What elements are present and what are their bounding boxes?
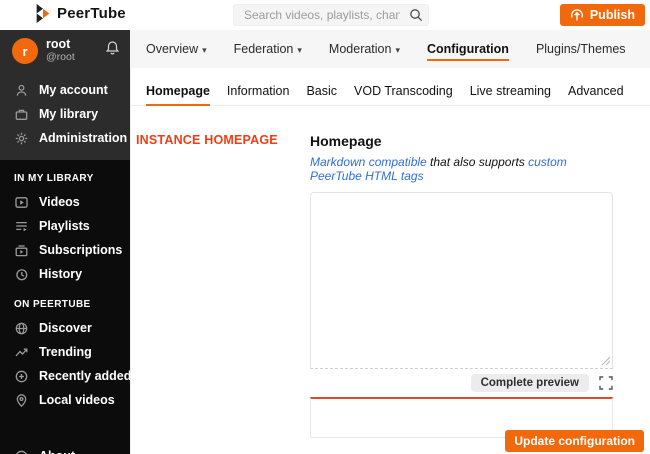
sidebar-item-playlists[interactable]: Playlists <box>0 214 130 238</box>
markdown-compatible-link[interactable]: Markdown compatible <box>310 155 427 169</box>
library-icon <box>14 107 29 122</box>
chevron-down-icon <box>297 42 302 56</box>
search-button[interactable] <box>409 8 423 25</box>
peertube-home-link[interactable]: PeerTube <box>35 4 126 23</box>
nav-item-label: Plugins/Themes <box>535 42 626 56</box>
nav-item-label: Federation <box>233 42 294 56</box>
search-input[interactable] <box>233 4 429 26</box>
section-title-instance-homepage: INSTANCE HOMEPAGE <box>136 133 278 147</box>
video-icon <box>14 195 29 210</box>
sidebar-section-on-peertube: ON PEERTUBE <box>14 299 91 310</box>
sidebar-item-label: History <box>39 267 83 281</box>
tab-basic[interactable]: Basic <box>306 84 337 105</box>
sidebar-item-label: About <box>39 449 75 454</box>
playlist-icon <box>14 219 29 234</box>
hint-middle-text: that also supports <box>426 155 529 169</box>
sidebar-item-my-account[interactable]: My account <box>0 78 130 102</box>
sidebar-item-label: Discover <box>39 321 92 335</box>
sidebar-item-label: Recently added <box>39 369 130 383</box>
sidebar-item-videos[interactable]: Videos <box>0 190 130 214</box>
gear-icon <box>14 131 29 146</box>
publish-label: Publish <box>589 8 635 22</box>
menu-toggle-button[interactable] <box>8 7 26 23</box>
chevron-down-icon <box>202 42 207 56</box>
homepage-form-row: INSTANCE HOMEPAGE Homepage Markdown comp… <box>131 133 650 438</box>
sidebar-item-local-videos[interactable]: Local videos <box>0 388 130 412</box>
sidebar-user-block: r root @root <box>0 30 130 70</box>
sidebar-item-label: My library <box>39 107 99 121</box>
homepage-markdown-textarea[interactable] <box>310 192 613 369</box>
form-heading-homepage: Homepage <box>310 133 382 149</box>
tab-homepage[interactable]: Homepage <box>146 84 210 106</box>
history-icon <box>14 267 29 282</box>
upload-icon <box>570 8 584 22</box>
nav-item-moderation[interactable]: Moderation <box>329 42 400 56</box>
notifications-button[interactable] <box>105 40 120 59</box>
tab-vod-transcoding[interactable]: VOD Transcoding <box>354 84 453 105</box>
sidebar-item-label: Administration <box>39 131 128 145</box>
sidebar-item-about[interactable]: ? About <box>0 444 130 454</box>
user-icon <box>14 83 29 98</box>
markdown-hint: Markdown compatible that also supports c… <box>310 155 613 183</box>
sidebar: r root @root My account My library Admin… <box>0 30 130 454</box>
search-icon <box>409 9 423 25</box>
preview-controls: Complete preview <box>310 374 613 392</box>
main-content: Homepage Information Basic VOD Transcodi… <box>130 68 650 454</box>
sidebar-account-menu: My account My library Administration <box>0 70 130 160</box>
avatar[interactable]: r <box>12 38 38 64</box>
admin-nav: Overview Federation Moderation Configura… <box>130 30 650 68</box>
peertube-logo-icon <box>35 4 51 23</box>
bell-icon <box>105 41 120 59</box>
location-pin-icon <box>14 393 29 408</box>
publish-button[interactable]: Publish <box>559 4 645 26</box>
sidebar-item-subscriptions[interactable]: Subscriptions <box>0 238 130 262</box>
tab-information[interactable]: Information <box>227 84 290 105</box>
tab-advanced[interactable]: Advanced <box>568 84 624 105</box>
nav-item-configuration[interactable]: Configuration <box>427 42 509 61</box>
sidebar-item-history[interactable]: History <box>0 262 130 286</box>
sidebar-item-administration[interactable]: Administration <box>0 126 130 150</box>
sidebar-item-label: My account <box>39 83 108 97</box>
sidebar-item-discover[interactable]: Discover <box>0 316 130 340</box>
sidebar-item-my-library[interactable]: My library <box>0 102 130 126</box>
sidebar-section-in-my-library: IN MY LIBRARY <box>14 173 94 184</box>
trending-icon <box>14 345 29 360</box>
fullscreen-toggle-button[interactable] <box>599 376 613 390</box>
chevron-down-icon <box>395 42 400 56</box>
nav-item-overview[interactable]: Overview <box>146 42 207 56</box>
nav-item-label: Overview <box>146 42 199 56</box>
nav-item-plugins-themes[interactable]: Plugins/Themes <box>536 42 626 56</box>
expand-icon <box>599 376 613 393</box>
sidebar-item-recently-added[interactable]: Recently added <box>0 364 130 388</box>
globe-icon <box>14 321 29 336</box>
sidebar-item-label: Subscriptions <box>39 243 123 257</box>
user-name: root <box>46 37 71 51</box>
brand-title: PeerTube <box>57 5 126 22</box>
complete-preview-button[interactable]: Complete preview <box>470 374 589 392</box>
nav-item-label: Configuration <box>427 42 509 56</box>
question-circle-icon: ? <box>14 449 29 454</box>
update-configuration-button[interactable]: Update configuration <box>505 430 644 452</box>
user-handle: @root <box>46 51 75 63</box>
sidebar-item-label: Local videos <box>39 393 115 407</box>
subscriptions-icon <box>14 243 29 258</box>
sidebar-item-label: Videos <box>39 195 80 209</box>
sidebar-item-label: Trending <box>39 345 92 359</box>
search-bar <box>233 4 429 26</box>
plus-circle-icon <box>14 369 29 384</box>
tab-live-streaming[interactable]: Live streaming <box>470 84 551 105</box>
nav-item-federation[interactable]: Federation <box>234 42 302 56</box>
sidebar-item-trending[interactable]: Trending <box>0 340 130 364</box>
top-header: PeerTube Publish <box>0 0 650 30</box>
resize-handle[interactable] <box>601 356 611 366</box>
nav-item-label: Moderation <box>328 42 392 56</box>
config-tabs: Homepage Information Basic VOD Transcodi… <box>131 84 650 106</box>
sidebar-item-label: Playlists <box>39 219 90 233</box>
